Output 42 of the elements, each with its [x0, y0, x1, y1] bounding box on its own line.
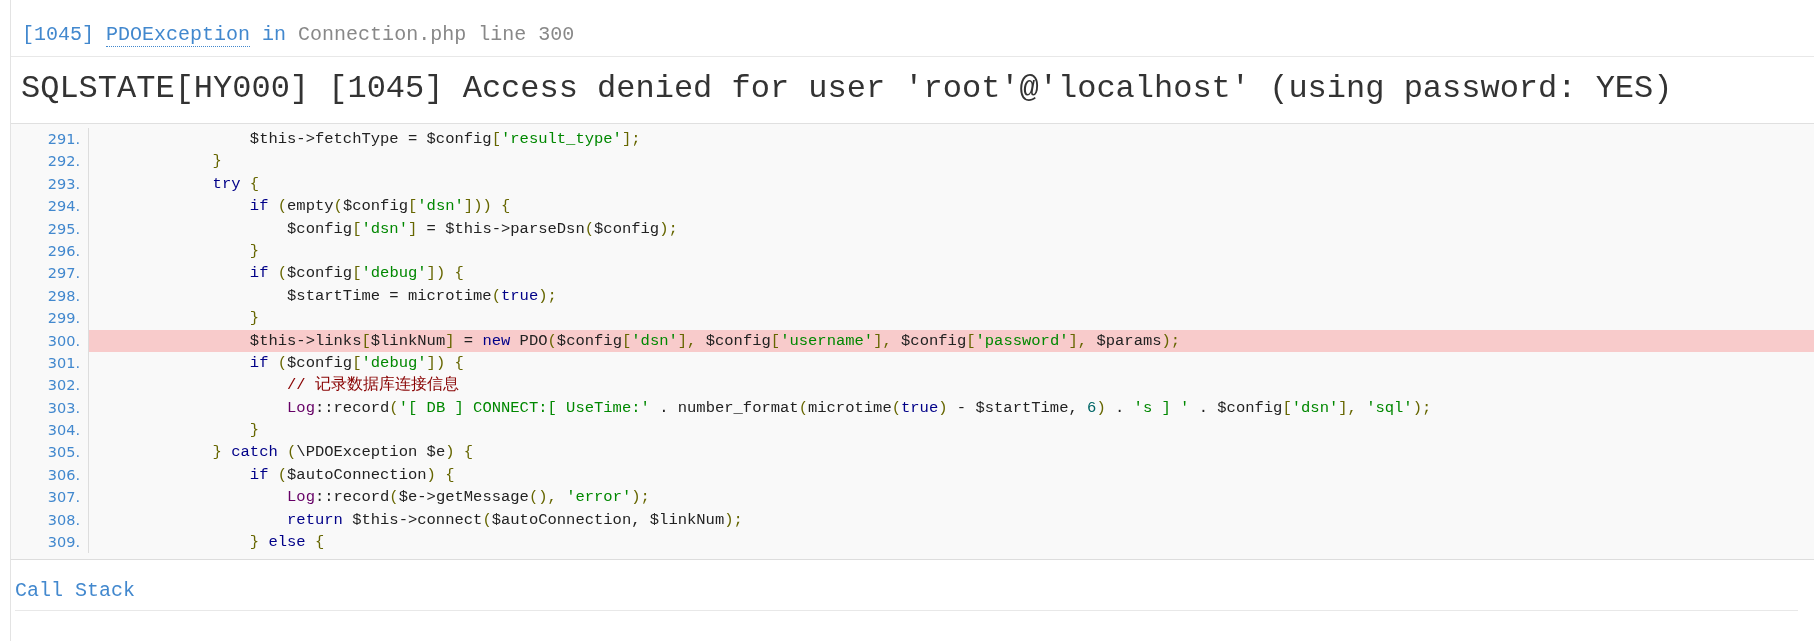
line-number: 299.: [46, 309, 80, 329]
code-line: $this->fetchType = $config['result_type'];: [248, 129, 642, 150]
code-line: } else {: [248, 532, 326, 554]
line-number: 291.: [46, 130, 80, 149]
line-number: 301.: [46, 353, 80, 373]
error-code: [1045]: [22, 23, 94, 46]
line-number: 298.: [46, 286, 80, 306]
line-number: 305.: [46, 443, 80, 463]
code-line: $config['dsn'] = $this->parseDsn($config);: [286, 218, 679, 240]
line-number: 302.: [46, 376, 80, 396]
code-line: Log::record('[ DB ] CONNECT:[ UseTime:' . number_format(microtime(true) - $startTime, 6) . 's ] ' . $config['dsn'], 'sql');: [286, 397, 1433, 419]
code-line: // 记录数据库连接信息: [286, 374, 460, 397]
line-number: 293.: [46, 174, 80, 194]
code-line: }: [248, 308, 261, 330]
code-line: }: [211, 151, 223, 173]
code-line: return $this->connect($autoConnection, $linkNum);: [286, 509, 744, 531]
file-location: Connection.php line 300: [298, 23, 575, 46]
code-line: } catch (\PDOException $e) {: [211, 442, 475, 464]
call-stack-heading: Call Stack: [15, 578, 137, 605]
line-number: 309.: [46, 533, 80, 553]
line-number: 307.: [46, 488, 80, 508]
code-line: if ($config['debug']) {: [248, 352, 465, 374]
code-line: try {: [211, 173, 261, 195]
line-number: 304.: [46, 421, 80, 441]
line-number: 306.: [46, 465, 80, 485]
line-number: 297.: [46, 264, 80, 284]
code-line: }: [248, 240, 261, 262]
line-number: 308.: [46, 510, 80, 530]
line-number: 292.: [46, 152, 80, 172]
code-line: }: [248, 420, 261, 442]
line-number: 303.: [46, 398, 80, 418]
code-line: if ($autoConnection) {: [248, 464, 456, 486]
code-line: $startTime = microtime(true);: [286, 285, 558, 307]
in-label: in: [262, 23, 287, 46]
code-line: if (empty($config['dsn'])) {: [248, 196, 512, 218]
line-number: 295.: [46, 219, 80, 239]
exception-link[interactable]: PDOException: [106, 23, 251, 47]
code-line: if ($config['debug']) {: [248, 263, 465, 285]
line-number: 294.: [46, 197, 80, 217]
code-line: Log::record($e->getMessage(), 'error');: [286, 487, 651, 509]
line-number: 296.: [46, 241, 80, 261]
line-number: 300.: [46, 331, 80, 351]
